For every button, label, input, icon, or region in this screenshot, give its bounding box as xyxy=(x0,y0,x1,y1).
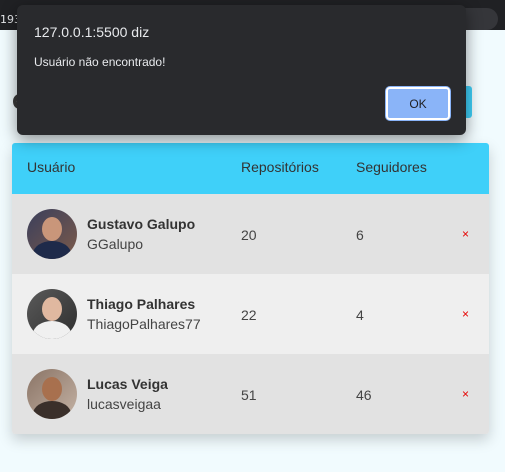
user-name: Thiago Palhares xyxy=(87,296,196,312)
avatar xyxy=(27,289,77,339)
repos-count: 22 xyxy=(241,307,257,323)
table-row: Thiago Palhares ThiagoPalhares77 22 4 × xyxy=(12,274,489,354)
followers-count: 46 xyxy=(356,387,372,403)
dialog-message: Usuário não encontrado! xyxy=(34,55,166,69)
user-name: Gustavo Galupo xyxy=(87,216,196,232)
remove-icon[interactable]: × xyxy=(462,387,469,401)
repos-count: 51 xyxy=(241,387,257,403)
header-followers: Seguidores xyxy=(356,159,427,175)
repos-count: 20 xyxy=(241,227,257,243)
user-name: Lucas Veiga xyxy=(87,376,168,392)
user-login: GGalupo xyxy=(87,236,144,252)
followers-count: 6 xyxy=(356,227,364,243)
remove-icon[interactable]: × xyxy=(462,227,469,241)
ok-button[interactable]: OK xyxy=(386,87,450,120)
table-header: Usuário Repositórios Seguidores xyxy=(12,143,489,194)
table-row: Lucas Veiga lucasveigaa 51 46 × xyxy=(12,354,489,434)
dialog-title: 127.0.0.1:5500 diz xyxy=(34,24,150,40)
users-table: Usuário Repositórios Seguidores Gustavo … xyxy=(12,143,489,434)
table-row: Gustavo Galupo GGalupo 20 6 × xyxy=(12,194,489,274)
user-login: lucasveigaa xyxy=(87,396,161,412)
alert-dialog: 127.0.0.1:5500 diz Usuário não encontrad… xyxy=(17,5,466,135)
avatar xyxy=(27,369,77,419)
remove-icon[interactable]: × xyxy=(462,307,469,321)
followers-count: 4 xyxy=(356,307,364,323)
user-login: ThiagoPalhares77 xyxy=(87,316,201,332)
avatar xyxy=(27,209,77,259)
header-user: Usuário xyxy=(27,159,76,175)
header-repos: Repositórios xyxy=(241,159,319,175)
